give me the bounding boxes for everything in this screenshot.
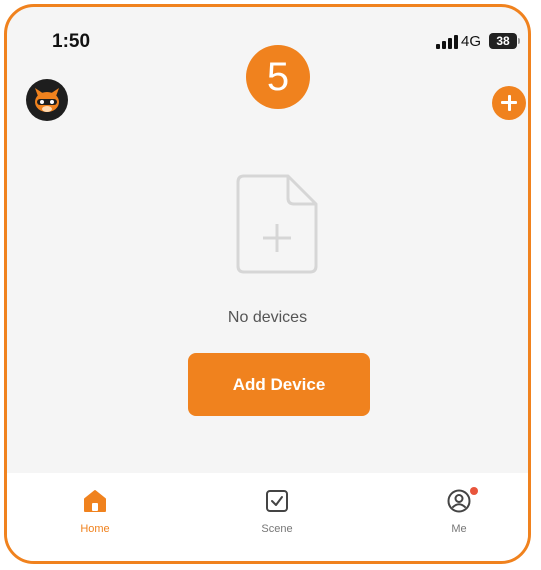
phone-screen: 1:50 4G 38 5 No devices Add Device Home … <box>4 4 531 564</box>
home-icon <box>84 490 106 512</box>
cat-avatar-icon[interactable] <box>26 79 68 121</box>
profile-icon <box>447 489 471 513</box>
add-document-icon <box>234 172 320 276</box>
tab-home[interactable]: Home <box>50 473 140 561</box>
battery-icon: 38 <box>489 33 517 49</box>
notification-dot <box>470 487 478 495</box>
tab-me-label: Me <box>451 523 467 535</box>
tab-bar: Home Scene Me <box>7 473 528 561</box>
step-number-badge: 5 <box>246 45 310 109</box>
tab-scene[interactable]: Scene <box>232 473 322 561</box>
network-type: 4G <box>461 33 482 50</box>
scene-checkbox-icon <box>266 490 288 512</box>
signal-bars-icon <box>436 35 458 49</box>
plus-circle-icon[interactable] <box>492 86 526 120</box>
tab-home-label: Home <box>80 523 110 535</box>
add-device-button[interactable]: Add Device <box>188 353 370 416</box>
empty-state-text: No devices <box>227 309 308 326</box>
battery-nub <box>518 38 520 44</box>
tab-scene-label: Scene <box>261 523 293 535</box>
status-time: 1:50 <box>52 31 91 52</box>
tab-me[interactable]: Me <box>414 473 504 561</box>
